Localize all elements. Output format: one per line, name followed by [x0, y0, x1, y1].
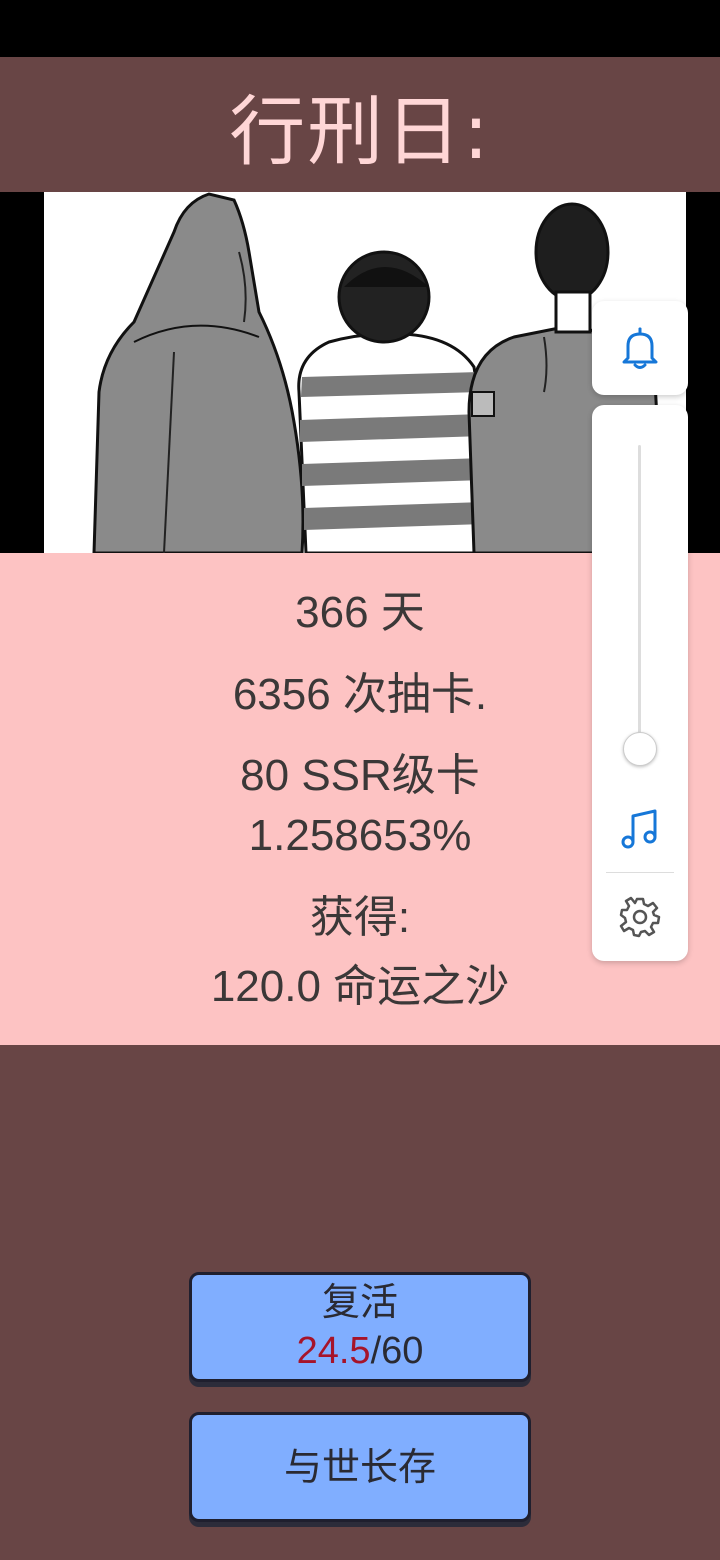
- revive-label: 复活: [321, 1280, 398, 1324]
- live-forever-button[interactable]: 与世长存: [189, 1412, 531, 1522]
- music-note-icon: [621, 809, 657, 849]
- prisoners-illustration: [44, 192, 686, 553]
- settings-button[interactable]: [616, 893, 664, 941]
- live-forever-label: 与世长存: [283, 1445, 436, 1489]
- bell-icon: [622, 327, 658, 369]
- page-title: 行刑日:: [229, 86, 491, 176]
- status-bar: [0, 0, 720, 57]
- revive-button[interactable]: 复活 24.5/60: [189, 1272, 531, 1382]
- music-button[interactable]: [616, 805, 664, 853]
- panel-divider: [606, 872, 674, 873]
- title-bar: 行刑日:: [0, 57, 720, 192]
- bell-button[interactable]: [592, 301, 688, 395]
- illustration-svg: [92, 192, 666, 553]
- revive-counter: 24.5/60: [297, 1326, 424, 1376]
- revive-current: 24.5: [296, 1330, 371, 1372]
- revive-total: /60: [370, 1330, 424, 1372]
- volume-slider-knob[interactable]: [623, 732, 657, 766]
- volume-panel: [592, 405, 688, 961]
- gear-icon: [619, 896, 661, 938]
- volume-slider-track[interactable]: [638, 445, 641, 765]
